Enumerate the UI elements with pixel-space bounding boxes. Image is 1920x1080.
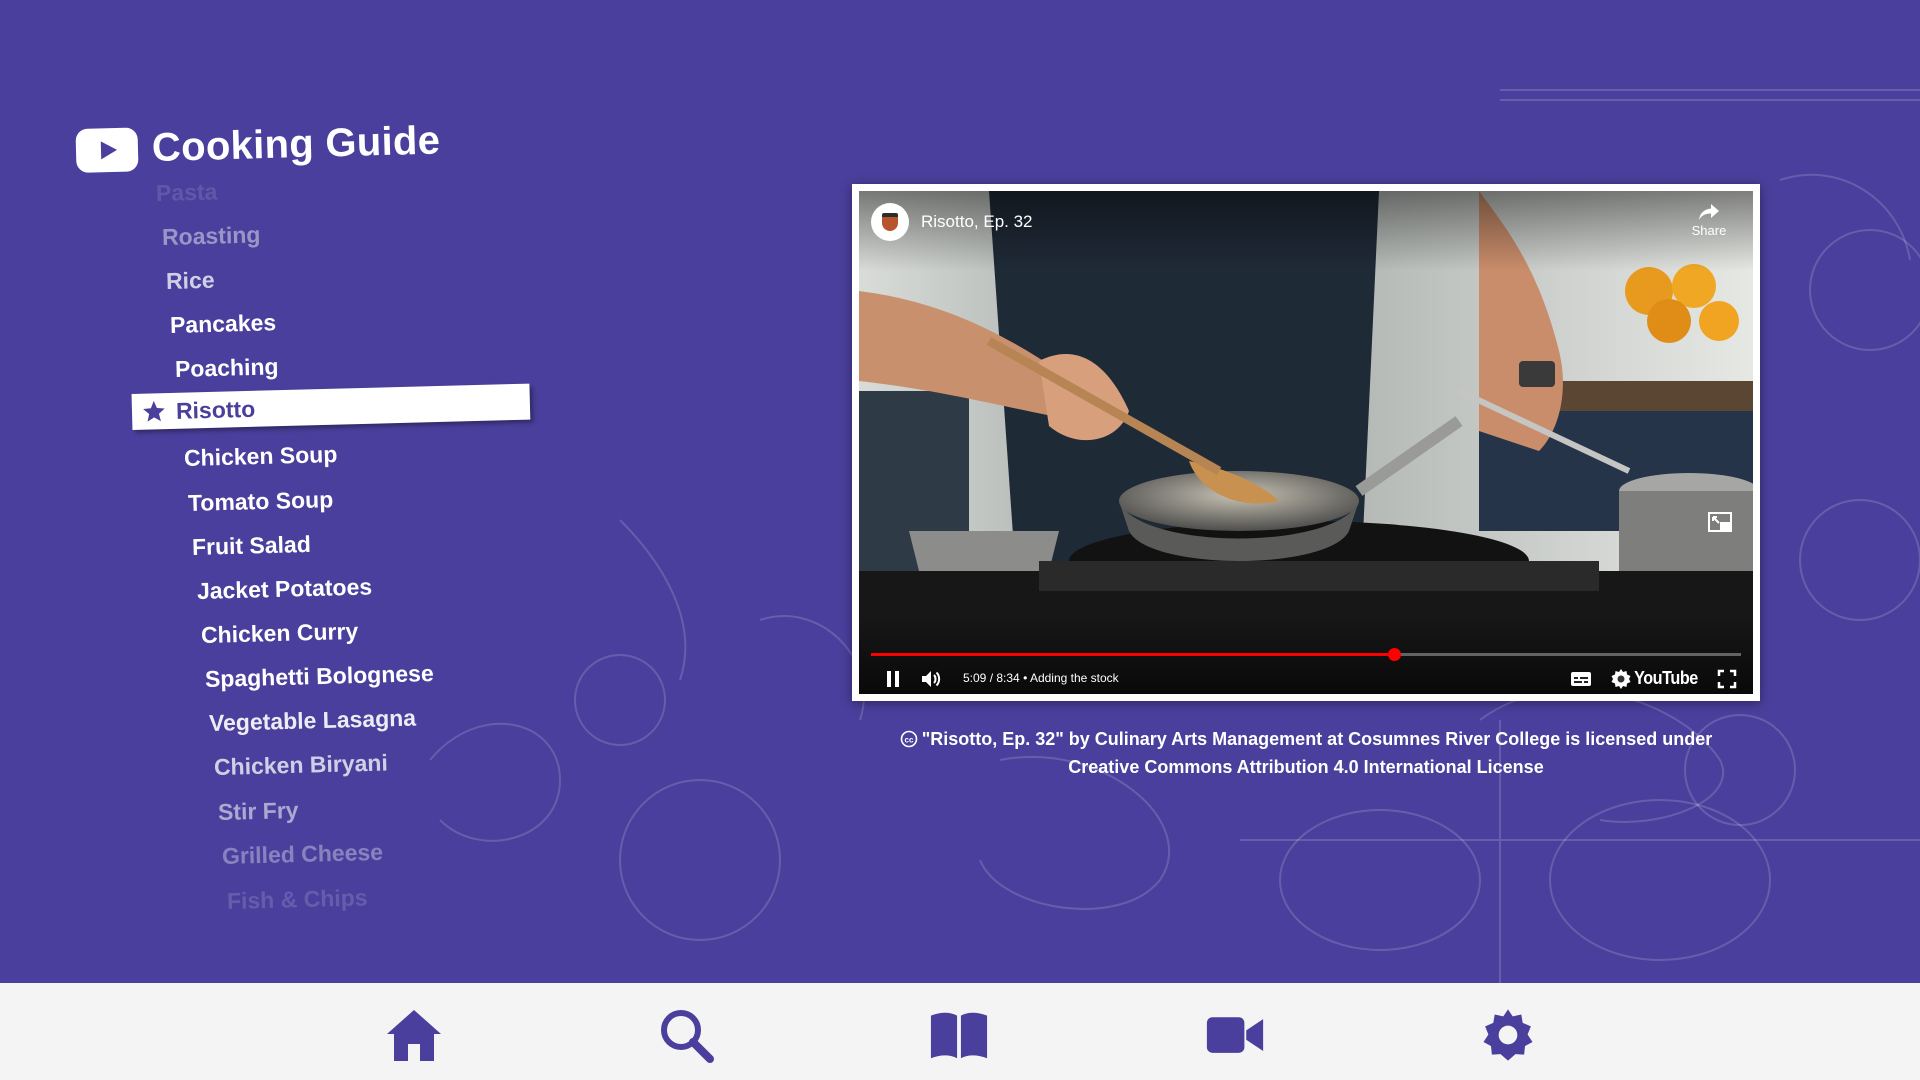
recipe-item-rice[interactable]: Rice bbox=[166, 267, 215, 295]
video-progress-bar[interactable] bbox=[871, 648, 1741, 661]
svg-text:cc: cc bbox=[904, 735, 913, 744]
video-player[interactable]: Risotto, Ep. 32 Share 5:09 / 8:34 • Addi… bbox=[859, 191, 1753, 694]
recipe-item-grilled-cheese[interactable]: Grilled Cheese bbox=[222, 839, 384, 870]
recipe-item-spaghetti-bolognese[interactable]: Spaghetti Bolognese bbox=[205, 660, 434, 693]
youtube-logo[interactable]: YouTube bbox=[1634, 668, 1698, 689]
progress-fill bbox=[871, 653, 1394, 656]
video-title[interactable]: Risotto, Ep. 32 bbox=[921, 212, 1033, 232]
pause-icon[interactable] bbox=[881, 667, 905, 691]
fullscreen-icon[interactable] bbox=[1715, 667, 1739, 691]
progress-scrubber[interactable] bbox=[1387, 648, 1401, 661]
creative-commons-icon: cc bbox=[900, 730, 918, 748]
license-line-1: "Risotto, Ep. 32" by Culinary Arts Manag… bbox=[921, 729, 1713, 749]
recipe-item-pancakes[interactable]: Pancakes bbox=[170, 309, 277, 339]
license-line-2: Creative Commons Attribution 4.0 Interna… bbox=[1068, 757, 1544, 777]
recipe-list: Pasta Roasting Rice Pancakes Poaching Ri… bbox=[0, 0, 600, 983]
search-icon bbox=[661, 1010, 714, 1063]
chapter-title[interactable]: Adding the stock bbox=[1030, 671, 1119, 685]
nav-videos-button[interactable] bbox=[1205, 1005, 1265, 1065]
recipe-item-fruit-salad[interactable]: Fruit Salad bbox=[192, 531, 312, 561]
recipe-item-poaching[interactable]: Poaching bbox=[175, 353, 279, 383]
time-elapsed-total: 5:09 / 8:34 bbox=[963, 671, 1020, 685]
channel-avatar[interactable] bbox=[871, 203, 909, 241]
recipe-item-jacket-potatoes[interactable]: Jacket Potatoes bbox=[197, 573, 373, 605]
recipe-item-risotto[interactable]: Risotto bbox=[131, 383, 531, 430]
nav-guide-button[interactable] bbox=[929, 1005, 989, 1065]
video-camera-icon bbox=[1206, 1017, 1264, 1053]
recipe-item-vegetable-lasagna[interactable]: Vegetable Lasagna bbox=[209, 705, 417, 737]
nav-search-button[interactable] bbox=[656, 1005, 716, 1065]
recipe-item-label: Risotto bbox=[175, 395, 256, 424]
video-player-frame: Risotto, Ep. 32 Share 5:09 / 8:34 • Addi… bbox=[852, 184, 1760, 701]
share-label: Share bbox=[1691, 223, 1727, 238]
nav-settings-button[interactable] bbox=[1478, 1005, 1538, 1065]
recipe-item-roasting[interactable]: Roasting bbox=[162, 221, 261, 251]
gear-icon[interactable] bbox=[1609, 667, 1633, 691]
time-display: 5:09 / 8:34 • Adding the stock bbox=[963, 671, 1119, 685]
home-icon bbox=[387, 1010, 441, 1061]
bottom-nav bbox=[0, 983, 1920, 1080]
gear-icon bbox=[1483, 1009, 1533, 1061]
nav-home-button[interactable] bbox=[384, 1005, 444, 1065]
license-text: cc "Risotto, Ep. 32" by Culinary Arts Ma… bbox=[852, 725, 1760, 781]
recipe-item-chicken-curry[interactable]: Chicken Curry bbox=[201, 618, 359, 649]
share-button[interactable]: Share bbox=[1685, 203, 1733, 238]
captions-icon[interactable] bbox=[1569, 667, 1593, 691]
volume-icon[interactable] bbox=[919, 667, 943, 691]
star-icon bbox=[143, 400, 165, 422]
recipe-item-chicken-soup[interactable]: Chicken Soup bbox=[184, 441, 338, 472]
recipe-item-chicken-biryani[interactable]: Chicken Biryani bbox=[214, 749, 388, 781]
recipe-item-pasta[interactable]: Pasta bbox=[156, 178, 218, 207]
video-controls: 5:09 / 8:34 • Adding the stock YouTube bbox=[859, 667, 1753, 691]
recipe-item-fish-and-chips[interactable]: Fish & Chips bbox=[227, 884, 368, 915]
share-icon bbox=[1699, 204, 1719, 220]
recipe-item-stir-fry[interactable]: Stir Fry bbox=[218, 797, 299, 826]
recipe-item-tomato-soup[interactable]: Tomato Soup bbox=[188, 486, 334, 517]
picture-in-picture-icon[interactable] bbox=[1707, 511, 1733, 533]
separator: • bbox=[1023, 671, 1030, 685]
book-icon bbox=[930, 1012, 988, 1059]
